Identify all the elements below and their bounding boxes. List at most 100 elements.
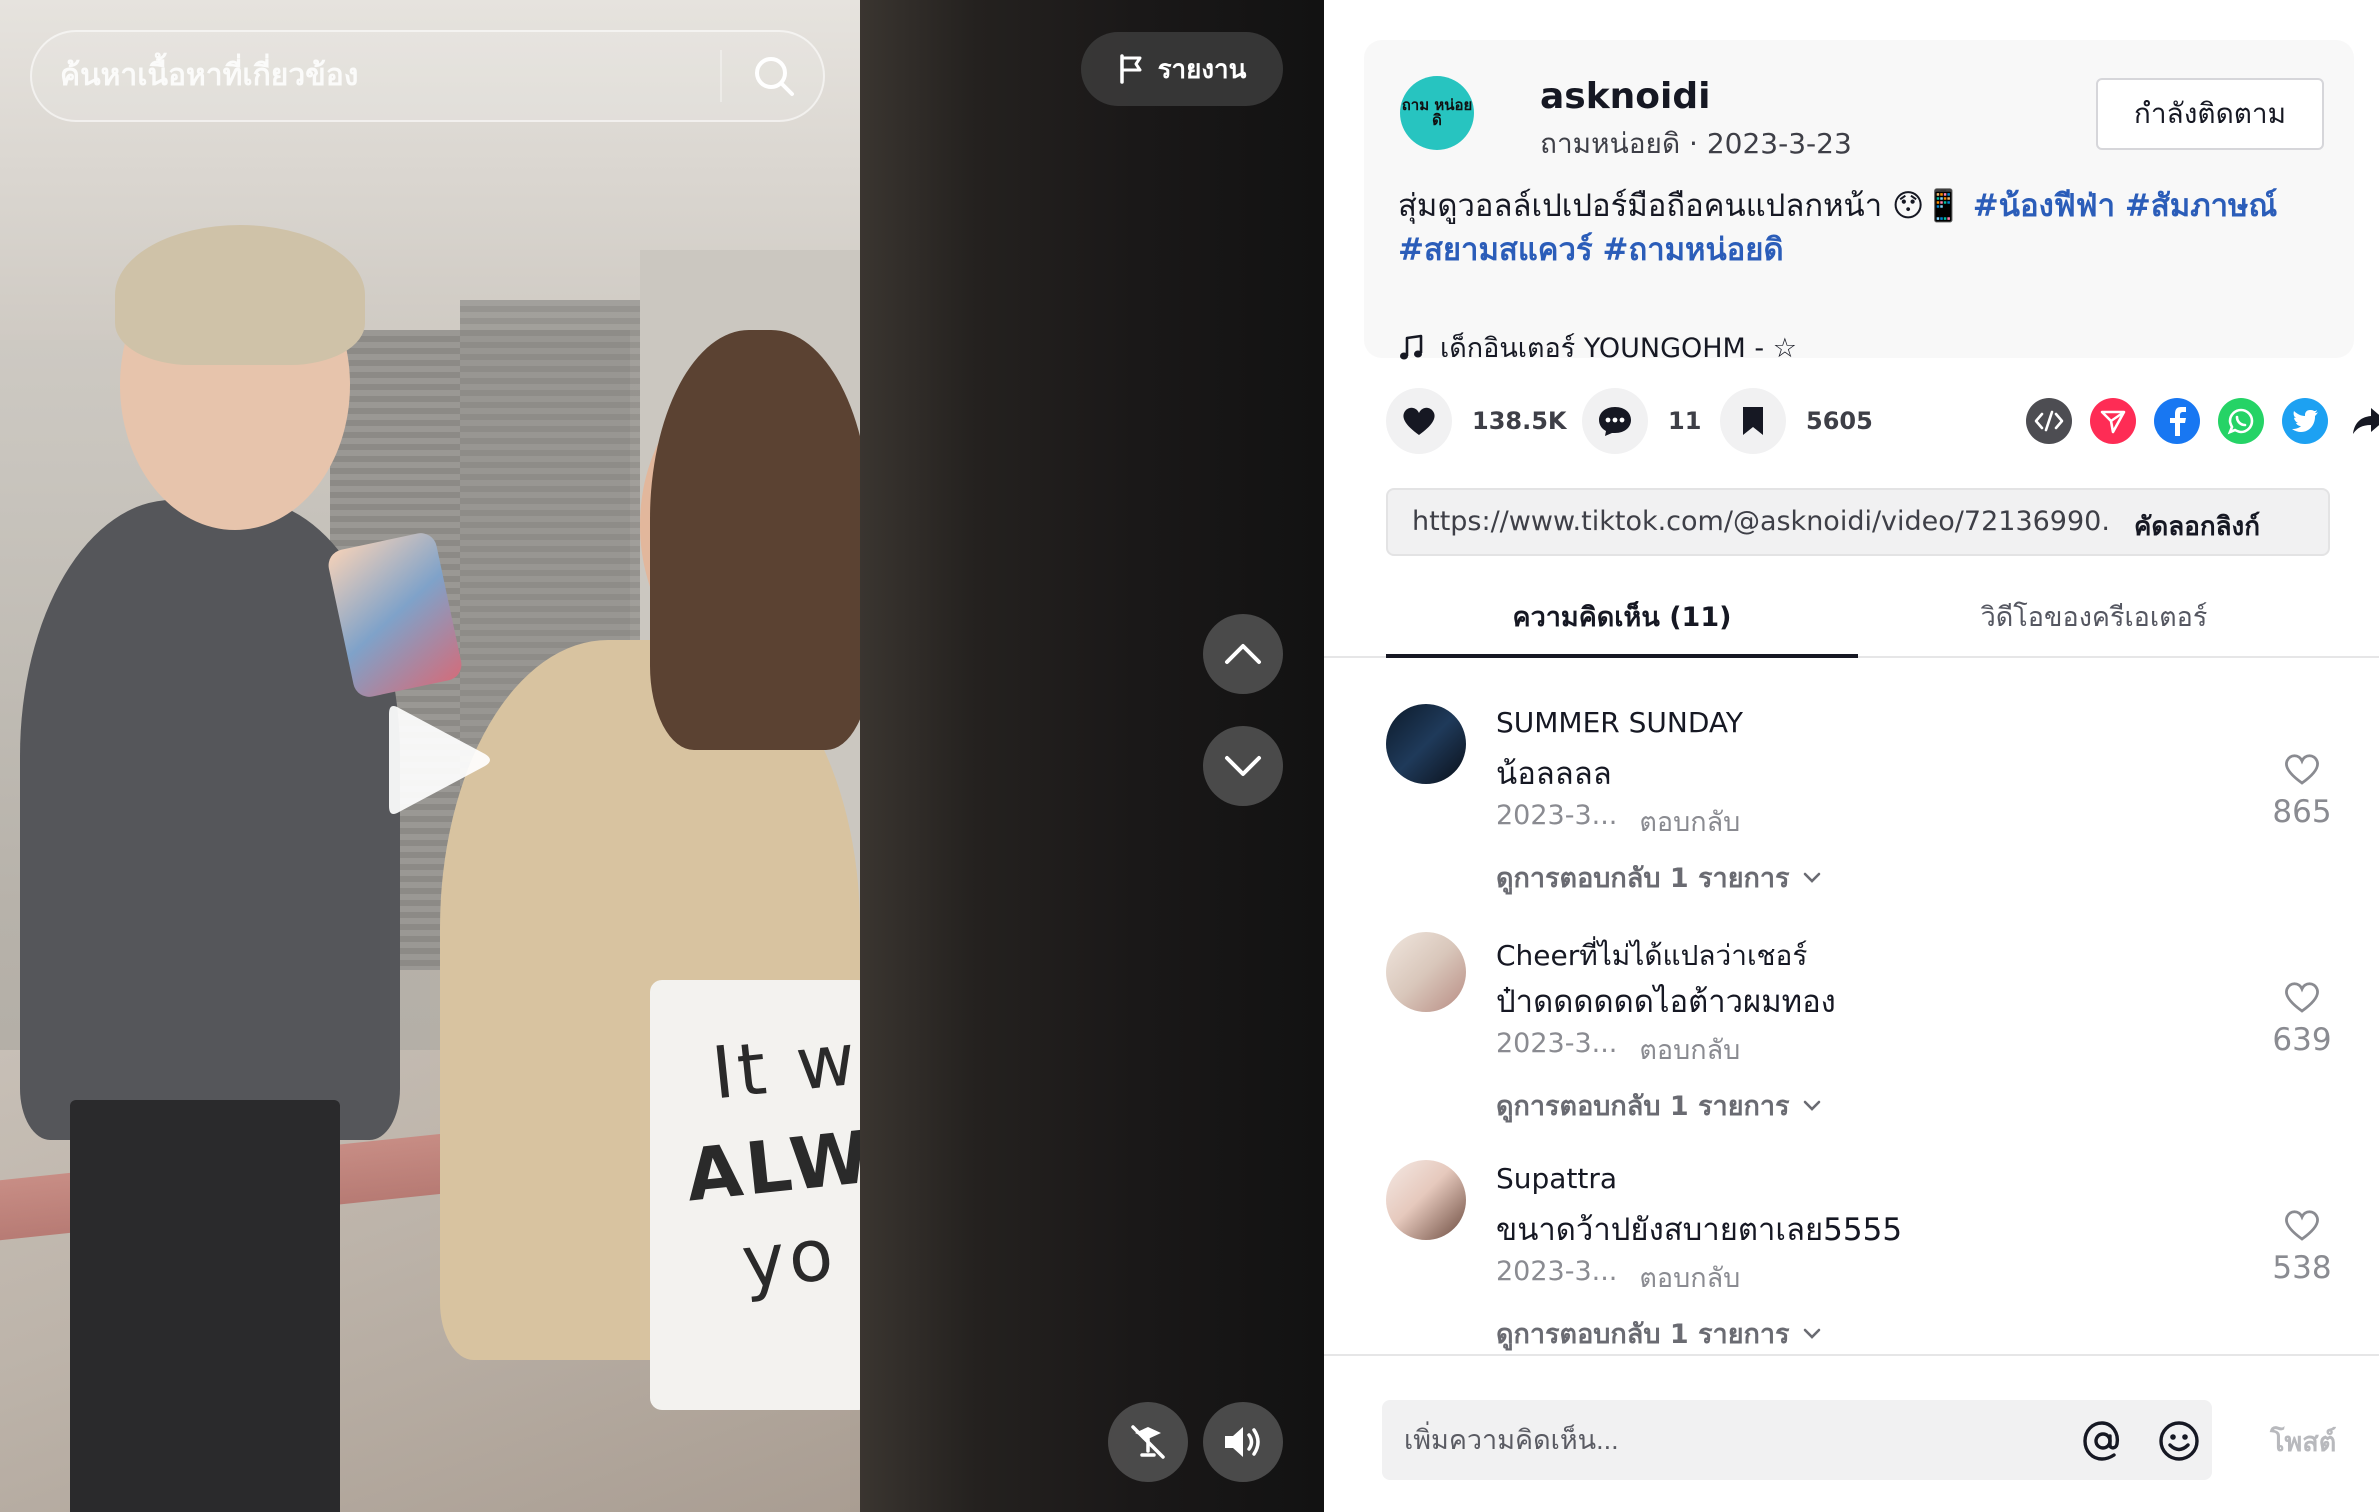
comment-like-count: 639 bbox=[2272, 1022, 2332, 1058]
comment-list: SUMMER SUNDAY น้อลลลล 2023-3... ตอบกลับ … bbox=[1324, 682, 2379, 1352]
comment-like[interactable]: 865 bbox=[2262, 752, 2342, 830]
view-replies-label: ดูการตอบกลับ 1 รายการ bbox=[1496, 1091, 1790, 1122]
report-label: รายงาน bbox=[1157, 54, 1247, 85]
search-button[interactable] bbox=[744, 46, 804, 106]
video-link-text[interactable]: https://www.tiktok.com/@asknoidi/video/7… bbox=[1412, 506, 2112, 537]
comment-bubble-icon bbox=[1599, 407, 1631, 436]
tab-comments[interactable]: ความคิดเห็น (11) bbox=[1386, 590, 1858, 658]
next-video-button[interactable] bbox=[1203, 726, 1283, 806]
video-frame[interactable]: It w ALW yo bbox=[0, 0, 860, 1512]
man-hair bbox=[115, 225, 365, 365]
emoji-button[interactable] bbox=[2156, 1418, 2202, 1464]
report-button[interactable]: รายงาน bbox=[1081, 32, 1283, 106]
chevron-down-icon bbox=[1803, 1100, 1820, 1111]
hashtag-link[interactable]: #ถามหน่อยดิ bbox=[1602, 232, 1783, 268]
commenter-avatar[interactable] bbox=[1386, 932, 1466, 1012]
reply-button[interactable]: ตอบกลับ bbox=[1639, 800, 1740, 843]
comment-text: น้อลลลล bbox=[1496, 756, 1612, 792]
heart-outline-icon bbox=[2285, 754, 2319, 785]
comment-date: 2023-3... bbox=[1496, 1256, 1618, 1287]
comment-item: Cheerที่ไม่ได้แปลว่าเชอร์ ป๋าดดดดดดไอต้า… bbox=[1386, 910, 2346, 1138]
copy-link-button[interactable]: คัดลอกลิงก์ bbox=[2134, 506, 2260, 547]
video-player[interactable]: It w ALW yo ค้นหาเนื้อหาที่เกี่ยวข้อง รา… bbox=[0, 0, 1324, 1512]
author-subline: ถามหน่อยดิ · 2023-3-23 bbox=[1540, 122, 1852, 166]
comment-meta: 2023-3... ตอบกลับ bbox=[1496, 1028, 1740, 1071]
send-to-friend-button[interactable] bbox=[2090, 398, 2136, 444]
music-link[interactable]: เด็กอินเตอร์ YOUNGOHM - ☆ bbox=[1398, 326, 1797, 369]
tiktok-video-page: It w ALW yo ค้นหาเนื้อหาที่เกี่ยวข้อง รา… bbox=[0, 0, 2379, 1512]
details-panel: ถาม หน่อย ดิ asknoidi ถามหน่อยดิ · 2023-… bbox=[1324, 0, 2379, 1512]
chevron-down-icon bbox=[1803, 872, 1820, 883]
volume-button[interactable] bbox=[1203, 1402, 1283, 1482]
mention-button[interactable] bbox=[2080, 1418, 2126, 1464]
hashtag-link[interactable]: #สัมภาษณ์ bbox=[2125, 188, 2277, 224]
twitter-icon bbox=[2292, 410, 2318, 432]
comment-count: 11 bbox=[1668, 407, 1702, 435]
save-action[interactable]: 5605 bbox=[1720, 388, 1873, 454]
comment-item: Supattra ขนาดว้าปยังสบายตาเลย5555 2023-3… bbox=[1386, 1138, 2346, 1352]
like-button[interactable] bbox=[1386, 388, 1452, 454]
share-whatsapp-button[interactable] bbox=[2218, 398, 2264, 444]
favorite-button[interactable] bbox=[1720, 388, 1786, 454]
previous-video-button[interactable] bbox=[1203, 614, 1283, 694]
video-info-card: ถาม หน่อย ดิ asknoidi ถามหน่อยดิ · 2023-… bbox=[1364, 40, 2354, 364]
view-replies-button[interactable]: ดูการตอบกลับ 1 รายการ bbox=[1496, 856, 1822, 899]
comment-date: 2023-3... bbox=[1496, 1028, 1618, 1059]
commenter-avatar[interactable] bbox=[1386, 1160, 1466, 1240]
music-note-icon bbox=[1400, 334, 1423, 359]
reply-button[interactable]: ตอบกลับ bbox=[1639, 1256, 1740, 1299]
comment-text: ป๋าดดดดดดไอต้าวผมทอง bbox=[1496, 984, 1836, 1020]
embed-code-icon bbox=[2034, 410, 2064, 432]
view-replies-button[interactable]: ดูการตอบกลับ 1 รายการ bbox=[1496, 1312, 1822, 1352]
play-button[interactable] bbox=[385, 700, 495, 820]
comment-action[interactable]: 11 bbox=[1582, 388, 1701, 454]
comment-like[interactable]: 639 bbox=[2262, 980, 2342, 1058]
at-sign-icon bbox=[2083, 1421, 2120, 1461]
heart-icon bbox=[1403, 407, 1435, 435]
commenter-name[interactable]: SUMMER SUNDAY bbox=[1496, 706, 1743, 739]
view-replies-button[interactable]: ดูการตอบกลับ 1 รายการ bbox=[1496, 1084, 1822, 1127]
hashtag-link[interactable]: #น้องฟีฟ่า bbox=[1973, 188, 2115, 224]
like-count: 138.5K bbox=[1472, 407, 1567, 435]
comment-input[interactable] bbox=[1404, 1400, 2044, 1480]
hashtag-link[interactable]: #สยามสแควร์ bbox=[1398, 232, 1593, 268]
following-button[interactable]: กำลังติดตาม bbox=[2096, 78, 2324, 150]
comment-input-wrap bbox=[1382, 1400, 2212, 1480]
paper-plane-icon bbox=[2100, 410, 2126, 434]
comment-like[interactable]: 538 bbox=[2262, 1208, 2342, 1286]
chevron-up-icon bbox=[1225, 644, 1261, 664]
commenter-name[interactable]: Cheerที่ไม่ได้แปลว่าเชอร์ bbox=[1496, 934, 1807, 978]
video-description: สุ่มดูวอลล์เปเปอร์มือถือคนแปลกหน้า 😯📱 #น… bbox=[1398, 184, 2328, 272]
save-count: 5605 bbox=[1806, 407, 1873, 435]
tab-creator-videos[interactable]: วิดีโอของครีเอเตอร์ bbox=[1858, 590, 2330, 656]
view-replies-label: ดูการตอบกลับ 1 รายการ bbox=[1496, 1319, 1790, 1350]
like-action[interactable]: 138.5K bbox=[1386, 388, 1567, 454]
author-username[interactable]: asknoidi bbox=[1540, 76, 1710, 117]
share-twitter-button[interactable] bbox=[2282, 398, 2328, 444]
video-search-bar[interactable] bbox=[30, 30, 825, 122]
emoji-smile-icon bbox=[2159, 1421, 2199, 1461]
more-share-button[interactable] bbox=[2346, 398, 2379, 444]
author-nickname: ถามหน่อยดิ bbox=[1540, 127, 1681, 160]
search-input[interactable] bbox=[60, 32, 720, 120]
search-divider bbox=[720, 50, 722, 102]
action-bar: 138.5K 11 5605 bbox=[1386, 388, 2379, 458]
post-comment-button[interactable]: โพสต์ bbox=[2270, 1420, 2336, 1463]
whatsapp-icon bbox=[2227, 408, 2254, 435]
share-facebook-button[interactable] bbox=[2154, 398, 2200, 444]
embed-button[interactable] bbox=[2026, 398, 2072, 444]
author-avatar[interactable]: ถาม หน่อย ดิ bbox=[1400, 76, 1474, 150]
play-icon bbox=[389, 706, 490, 814]
bookmark-icon bbox=[1743, 407, 1763, 435]
commenter-name[interactable]: Supattra bbox=[1496, 1162, 1617, 1195]
reply-button[interactable]: ตอบกลับ bbox=[1639, 1028, 1740, 1071]
commenter-avatar[interactable] bbox=[1386, 704, 1466, 784]
comment-button[interactable] bbox=[1582, 388, 1648, 454]
floating-player-button[interactable] bbox=[1108, 1402, 1188, 1482]
video-link-box: https://www.tiktok.com/@asknoidi/video/7… bbox=[1386, 488, 2330, 556]
comment-item: SUMMER SUNDAY น้อลลลล 2023-3... ตอบกลับ … bbox=[1386, 682, 2346, 910]
comment-like-count: 865 bbox=[2272, 794, 2332, 830]
comment-composer: โพสต์ bbox=[1324, 1354, 2379, 1512]
subline-separator: · bbox=[1689, 127, 1707, 160]
comment-text: ขนาดว้าปยังสบายตาเลย5555 bbox=[1496, 1212, 1903, 1248]
